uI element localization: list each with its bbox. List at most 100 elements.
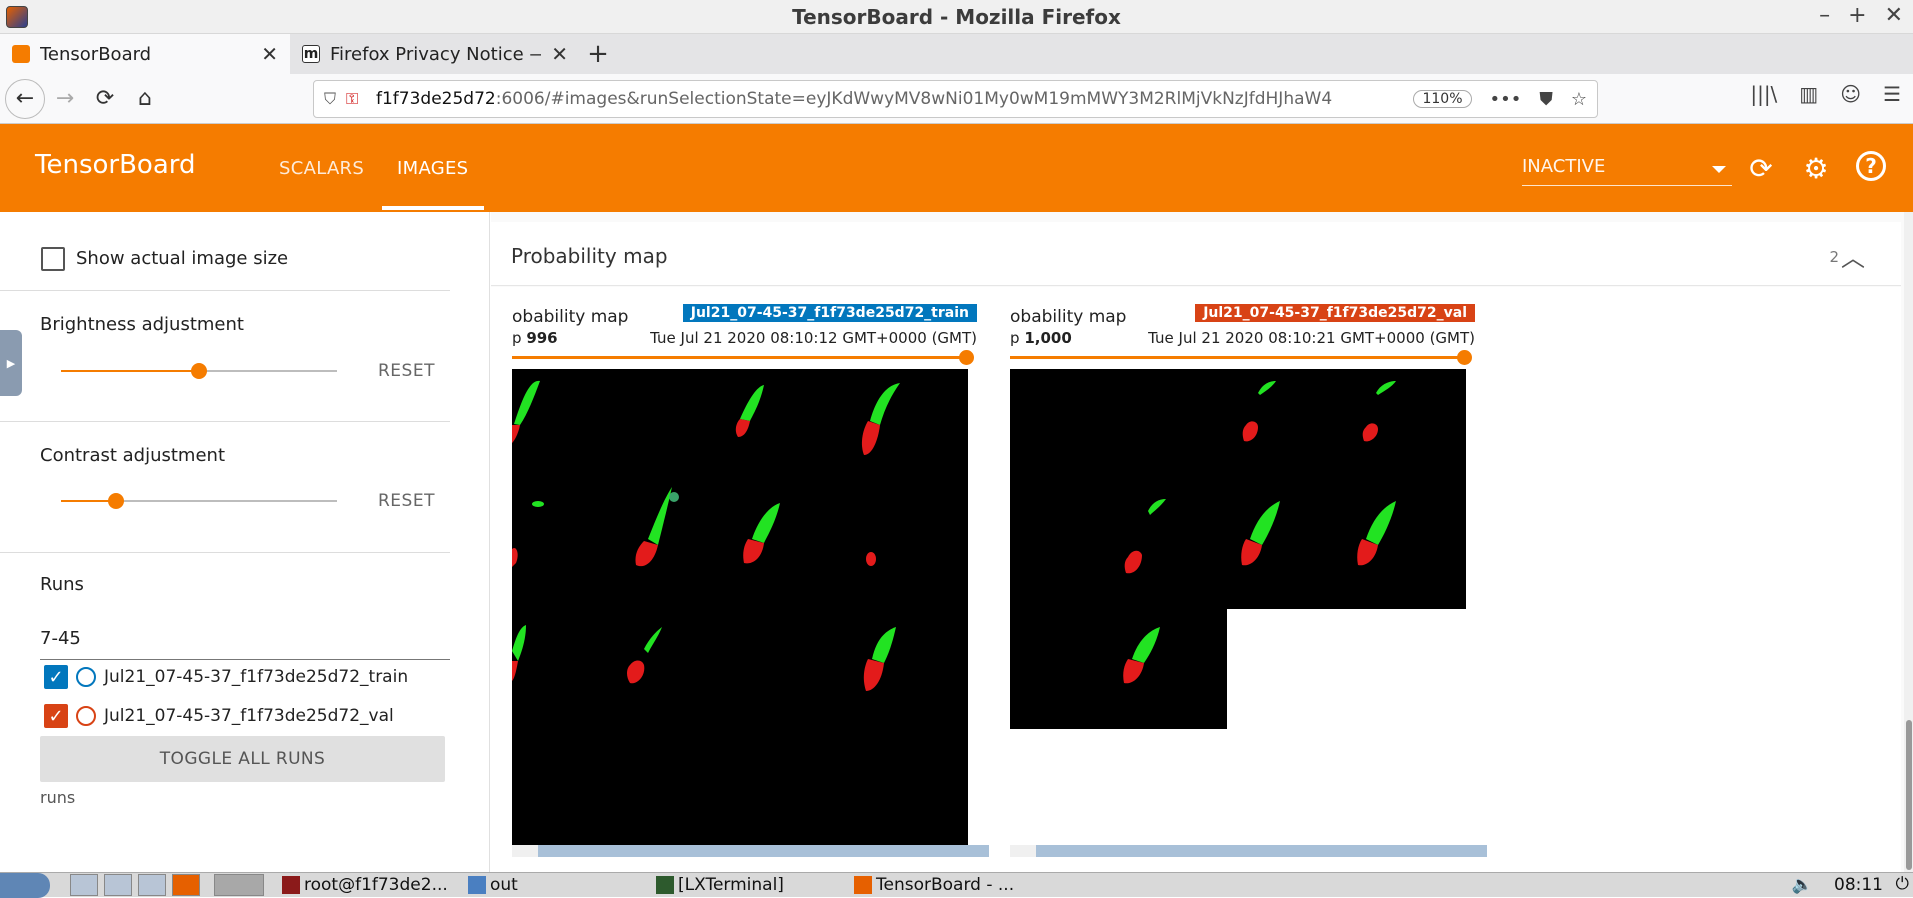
run-row-val[interactable]: ✓ Jul21_07-45-37_f1f73de25d72_val [44,704,394,728]
close-tab-icon[interactable]: ✕ [551,42,568,66]
tab-tensorboard[interactable]: TensorBoard ✕ [0,34,290,74]
image-card-title: obability map [512,307,629,327]
divider [0,552,450,553]
taskbar-item-tensorboard[interactable]: TensorBoard - ... [854,875,1054,895]
tensorboard-favicon-icon [12,45,30,63]
clock: 08:11 [1834,875,1883,895]
page-vscroll-thumb[interactable] [1906,720,1912,870]
page-actions-icon[interactable]: ••• [1490,89,1522,110]
window-titlebar: TensorBoard - Mozilla Firefox – + ✕ [0,0,1913,34]
brightness-slider-thumb[interactable] [191,363,207,379]
probability-map-image [512,369,968,845]
workspace-switcher[interactable] [214,874,264,896]
os-taskbar: root@f1f73de2... out [LXTerminal] Tensor… [0,872,1913,898]
image-timestamp: Tue Jul 21 2020 08:10:21 GMT+0000 (GMT) [1148,329,1475,347]
scroll-thumb[interactable] [538,845,989,857]
inactive-select-label: INACTIVE [1522,156,1606,177]
drawer-handle-icon[interactable]: ▶ [0,330,22,396]
new-tab-button[interactable]: + [580,34,616,74]
volume-icon[interactable]: 🔈 [1792,875,1813,895]
taskbar-item-label: root@f1f73de2... [304,875,448,895]
brand-title: TensorBoard [35,150,196,180]
file-manager-launcher-icon[interactable] [70,874,98,896]
divider [0,421,450,422]
shield-icon[interactable]: ⛉ [324,89,346,109]
tab-label: Firefox Privacy Notice — [330,43,542,65]
tab-scalars[interactable]: SCALARS [279,158,364,179]
tab-privacy-notice[interactable]: m Firefox Privacy Notice — ✕ [290,34,580,74]
close-tab-icon[interactable]: ✕ [261,42,278,66]
url-text[interactable]: f1f73de25d72:6006/#images&runSelectionSt… [376,89,1405,109]
sidebar-toggle-icon[interactable]: ▥ [1799,82,1818,106]
window-title: TensorBoard - Mozilla Firefox [792,4,1121,29]
forward-button[interactable]: → [45,79,85,119]
tensorboard-header: TensorBoard SCALARS IMAGES INACTIVE ⟳ ⚙ … [0,124,1913,212]
account-icon[interactable]: ☺ [1840,82,1861,106]
minimize-button[interactable]: – [1819,3,1830,28]
zoom-level-badge[interactable]: 110% [1413,90,1472,108]
library-icon[interactable]: |||\ [1750,82,1777,106]
url-bar[interactable]: ⛉ ⚿ f1f73de25d72:6006/#images&runSelecti… [313,80,1598,118]
desktop-launcher-icon[interactable] [104,874,132,896]
run-row-train[interactable]: ✓ Jul21_07-45-37_f1f73de25d72_train [44,665,408,689]
show-actual-size-checkbox[interactable] [41,247,65,271]
taskbar-item-label: out [490,875,518,895]
insecure-lock-icon[interactable]: ⚿ [346,89,368,109]
active-tab-indicator [382,206,484,210]
step-slider-thumb[interactable] [1457,350,1472,365]
dropdown-caret-icon [1712,166,1726,173]
contrast-slider-thumb[interactable] [108,493,125,509]
taskbar-item-lxterminal[interactable]: [LXTerminal] [656,875,846,895]
terminal-launcher-icon[interactable] [138,874,166,896]
scroll-thumb[interactable] [1036,845,1487,857]
main-panel: Probability map 2 ︿ obability map p 996 … [491,212,1913,872]
navigation-bar: ← → ⟳ ⌂ ⛉ ⚿ f1f73de25d72:6006/#images&ru… [0,74,1913,124]
category-header[interactable]: Probability map 2 ︿ [491,222,1901,286]
run-checkbox[interactable]: ✓ [44,665,68,689]
run-checkbox[interactable]: ✓ [44,704,68,728]
mozilla-favicon-icon: m [302,45,320,63]
image-hscrollbar[interactable] [1010,845,1487,857]
run-tag-badge: Jul21_07-45-37_f1f73de25d72_train [682,304,977,322]
back-button[interactable]: ← [5,78,45,119]
category-body: obability map p 996 Jul21_07-45-37_f1f73… [491,287,1901,872]
bookmark-star-icon[interactable]: ☆ [1571,89,1587,110]
collapse-chevron-icon[interactable]: ︿ [1841,238,1865,273]
pocket-icon[interactable]: ⛊ [1539,89,1553,110]
step-slider-track[interactable] [1010,356,1466,359]
close-window-button[interactable]: ✕ [1885,3,1903,28]
settings-gear-icon[interactable]: ⚙ [1799,151,1833,185]
brightness-reset-button[interactable]: RESET [378,361,435,381]
terminal-icon [282,876,300,894]
run-color-circle-icon[interactable] [76,706,96,726]
firefox-icon [854,876,872,894]
brightness-slider-fill [61,370,199,372]
image-card-val: obability map p 1,000 Jul21_07-45-37_f1f… [1010,287,1490,857]
toggle-all-runs-button[interactable]: TOGGLE ALL RUNS [40,736,445,782]
reload-button[interactable]: ⟳ [85,79,125,119]
taskbar-item-out[interactable]: out [468,875,648,895]
help-icon[interactable]: ? [1856,151,1886,181]
contrast-label: Contrast adjustment [40,445,226,466]
image-hscrollbar[interactable] [512,845,989,857]
tab-images[interactable]: IMAGES [397,158,468,179]
image-card-title: obability map [1010,307,1127,327]
taskbar-item-label: TensorBoard - ... [876,875,1015,895]
menu-icon[interactable]: ☰ [1883,82,1901,106]
refresh-icon[interactable]: ⟳ [1744,151,1778,185]
runs-footer: runs [40,788,76,807]
taskbar-item-root-terminal[interactable]: root@f1f73de2... [282,875,460,895]
image-card-train: obability map p 996 Jul21_07-45-37_f1f73… [512,287,992,857]
power-icon[interactable]: ⏻ [1896,874,1909,894]
run-color-circle-icon[interactable] [76,667,96,687]
maximize-button[interactable]: + [1848,3,1866,28]
start-menu-button[interactable] [0,872,50,898]
image-step: p 996 [512,329,558,347]
contrast-reset-button[interactable]: RESET [378,491,435,511]
firefox-launcher-icon[interactable] [172,874,200,896]
step-slider-thumb[interactable] [959,350,974,365]
home-button[interactable]: ⌂ [125,79,165,119]
step-slider-track[interactable] [512,356,968,359]
run-filter-input[interactable]: 7-45 [40,616,450,660]
inactive-plugins-select[interactable]: INACTIVE [1522,156,1732,186]
